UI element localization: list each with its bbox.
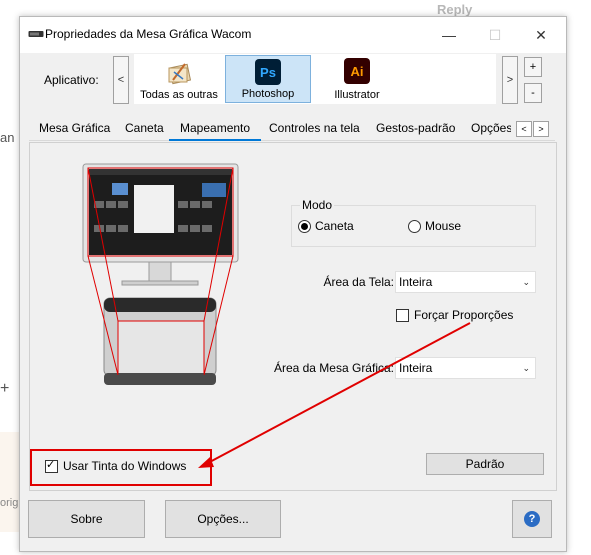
annotation-arrow [198,322,471,468]
